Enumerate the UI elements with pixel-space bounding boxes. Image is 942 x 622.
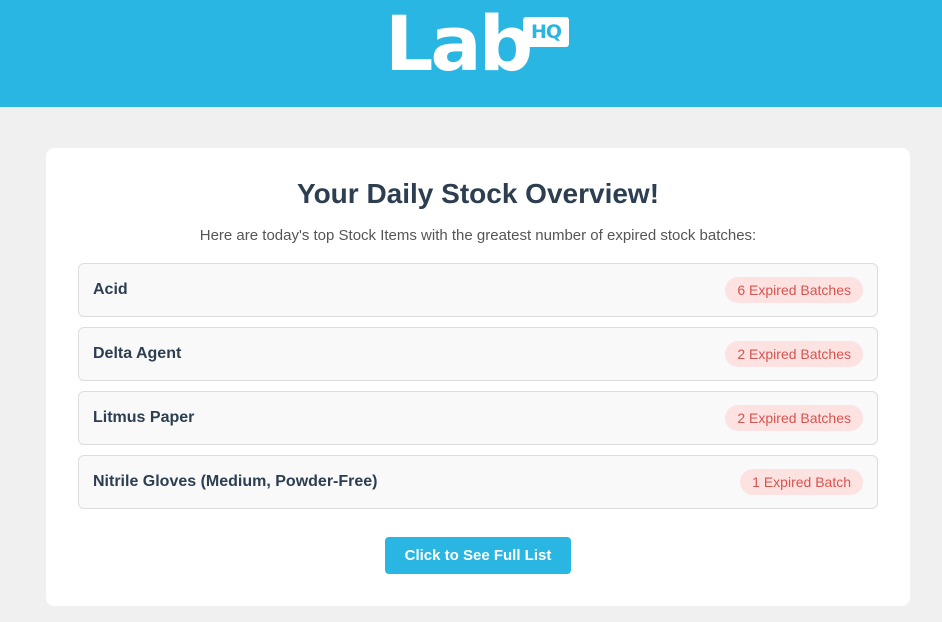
- page-subtitle: Here are today's top Stock Items with th…: [199, 227, 757, 244]
- stock-item-name: Acid: [93, 281, 128, 298]
- expired-batches-badge: 6 Expired Batches: [725, 277, 863, 303]
- logo-hq-badge-label: HQ: [530, 21, 562, 43]
- logo-hq-badge: HQ: [523, 17, 569, 47]
- stock-item-name: Delta Agent: [93, 345, 182, 362]
- list-item: Nitrile Gloves (Medium, Powder-Free) 1 E…: [78, 455, 878, 509]
- list-item: Acid 6 Expired Batches: [78, 263, 878, 317]
- expired-batches-badge: 2 Expired Batches: [725, 405, 863, 431]
- expired-stock-list: Acid 6 Expired Batches Delta Agent 2 Exp…: [78, 263, 878, 519]
- stock-item-name: Litmus Paper: [93, 409, 195, 426]
- list-item: Delta Agent 2 Expired Batches: [78, 327, 878, 381]
- logo-wordmark: Lab: [385, 0, 533, 88]
- page-title: Your Daily Stock Overview!: [296, 178, 660, 209]
- see-full-list-button[interactable]: Click to See Full List: [385, 537, 571, 574]
- header-bar: Lab HQ: [0, 0, 942, 107]
- stock-overview-card: Your Daily Stock Overview! Here are toda…: [46, 148, 910, 606]
- list-item: Litmus Paper 2 Expired Batches: [78, 391, 878, 445]
- expired-batches-badge: 2 Expired Batches: [725, 341, 863, 367]
- stock-item-name: Nitrile Gloves (Medium, Powder-Free): [93, 473, 378, 490]
- expired-batches-badge: 1 Expired Batch: [740, 469, 863, 495]
